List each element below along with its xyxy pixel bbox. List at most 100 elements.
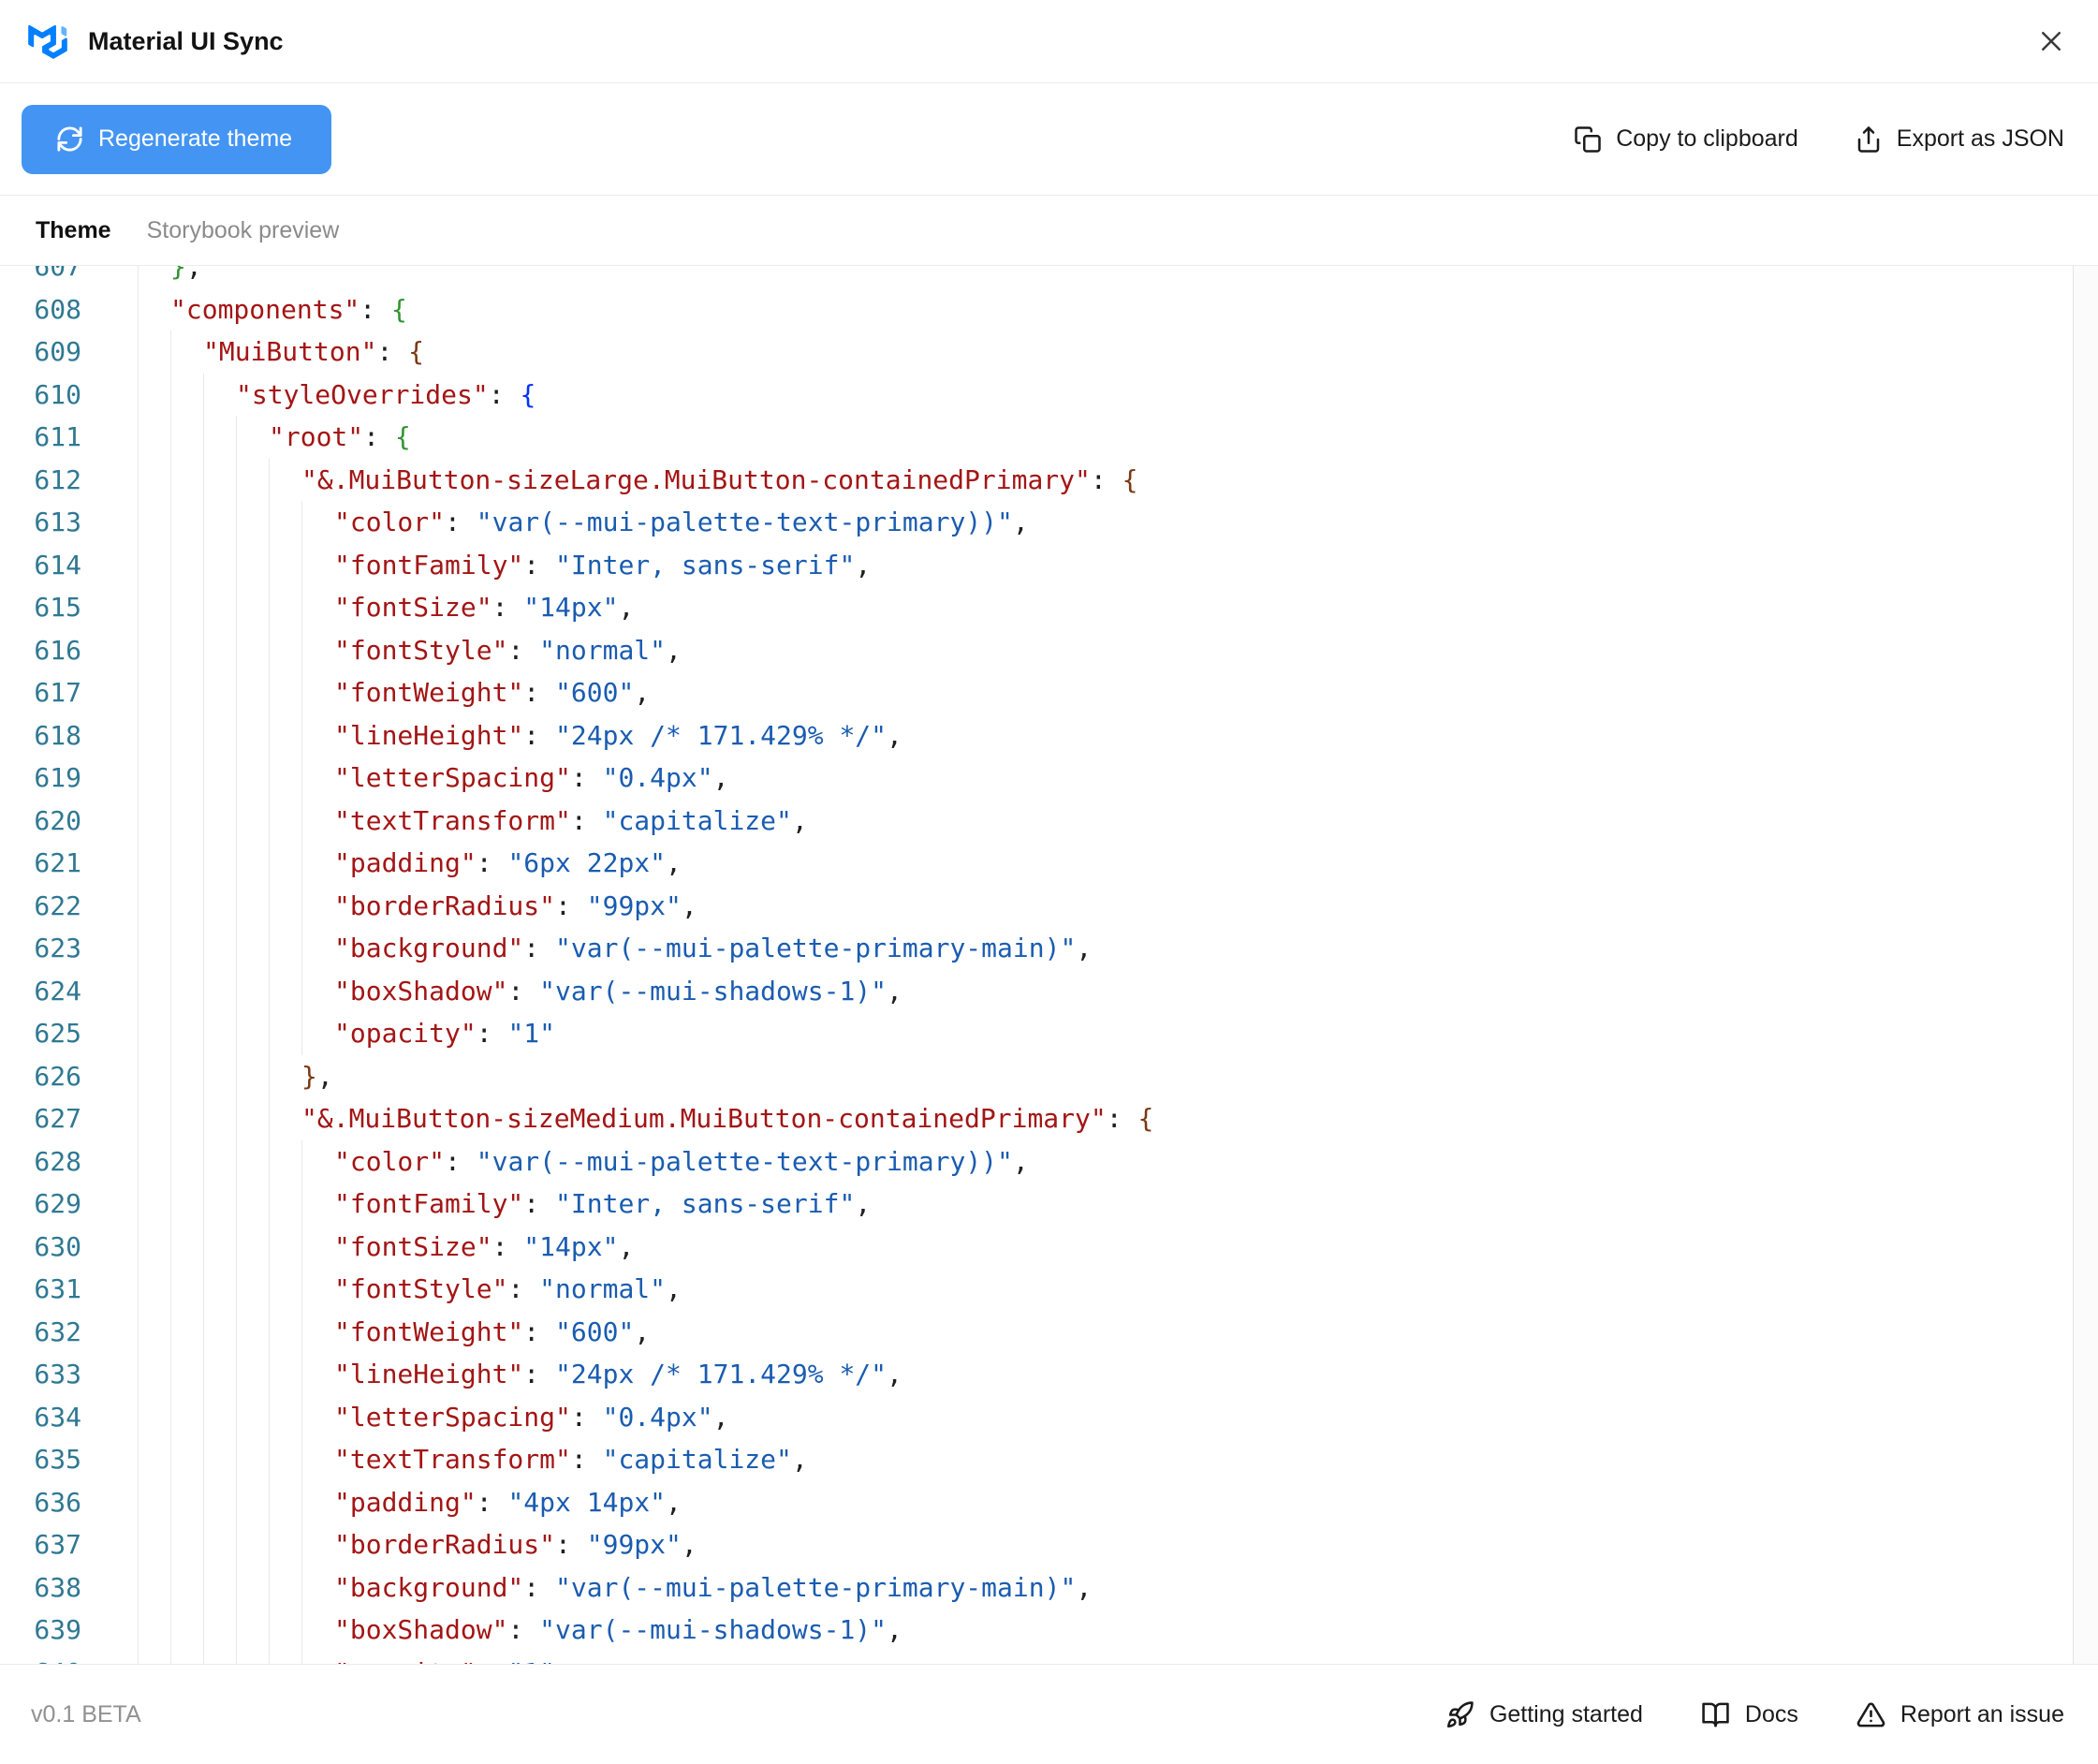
code-line: 622 "borderRadius": "99px", (0, 885, 2098, 928)
line-number: 637 (34, 1529, 81, 1560)
line-number: 621 (34, 847, 81, 878)
code-token: "borderRadius" (334, 1529, 556, 1560)
code-token: "14px" (523, 1230, 619, 1262)
code-token: "Inter, sans-serif" (555, 1188, 856, 1219)
code-token: , (1076, 1571, 1093, 1603)
indent-guide (203, 373, 204, 1664)
code-token: "padding" (334, 1486, 477, 1518)
code-content: "background": "var(--mui-palette-primary… (138, 1566, 1092, 1610)
copy-to-clipboard-button[interactable]: Copy to clipboard (1574, 125, 1798, 154)
code-token: , (1076, 933, 1093, 963)
close-button[interactable] (2031, 21, 2072, 62)
line-number: 622 (34, 889, 81, 921)
code-token: , (316, 1060, 333, 1092)
code-token: , (618, 1230, 635, 1262)
code-token: "padding" (334, 847, 477, 878)
line-number: 632 (34, 1316, 81, 1347)
code-token: , (681, 1529, 697, 1560)
code-line: 634 "letterSpacing": "0.4px", (0, 1396, 2098, 1439)
copy-icon (1575, 125, 1601, 153)
code-lines: 607 }, 608 "components": { 609 "MuiButto… (0, 266, 2098, 1664)
line-number: 613 (34, 507, 81, 537)
code-content: "background": "var(--mui-palette-primary… (138, 927, 1092, 970)
code-token: "var(--mui-palette-text-primary))" (476, 1145, 1013, 1177)
mui-logo-icon (28, 24, 67, 59)
code-token: : (477, 1657, 508, 1665)
code-token: "600" (555, 677, 635, 708)
code-line: 627 "&.MuiButton-sizeMedium.MuiButton-co… (0, 1097, 2098, 1140)
code-token: "lineHeight" (334, 719, 524, 751)
line-number: 627 (34, 1103, 81, 1134)
tab-storybook-preview[interactable]: Storybook preview (147, 217, 340, 244)
code-line: 607 }, (0, 266, 2098, 288)
code-token: , (666, 847, 682, 878)
code-content: "components": { (138, 288, 407, 331)
code-token: "24px /* 171.429% */" (555, 719, 888, 751)
code-line: 619 "letterSpacing": "0.4px", (0, 757, 2098, 800)
line-number: 614 (34, 549, 81, 581)
code-content: "opacity": "1" (138, 1012, 555, 1055)
code-token: "letterSpacing" (334, 1401, 571, 1433)
code-line: 633 "lineHeight": "24px /* 171.429% */", (0, 1353, 2098, 1396)
code-token: : (445, 1145, 477, 1177)
code-token: : (570, 804, 603, 836)
code-token: "fontStyle" (334, 1273, 508, 1304)
code-content: "fontFamily": "Inter, sans-serif", (138, 1183, 871, 1226)
code-content: "fontStyle": "normal", (138, 1268, 682, 1311)
material-ui-sync-window: Material UI Sync Regenerate theme Copy t… (0, 0, 2098, 1764)
regenerate-theme-button[interactable]: Regenerate theme (22, 104, 332, 174)
copy-to-clipboard-label: Copy to clipboard (1616, 125, 1798, 152)
code-content: "fontSize": "14px", (138, 1226, 634, 1269)
code-token: "opacity" (334, 1018, 477, 1049)
code-token: : (376, 336, 409, 367)
line-number: 611 (34, 421, 81, 452)
line-number: 612 (34, 463, 81, 495)
code-content: "textTransform": "capitalize", (138, 800, 808, 843)
editor-scrollbar[interactable] (2073, 266, 2098, 1664)
tab-theme[interactable]: Theme (36, 217, 111, 244)
code-line: 609 "MuiButton": { (0, 331, 2098, 374)
code-line: 614 "fontFamily": "Inter, sans-serif", (0, 544, 2098, 587)
code-token: , (791, 804, 808, 836)
code-content: }, (138, 266, 202, 288)
code-content: "lineHeight": "24px /* 171.429% */", (138, 1353, 902, 1396)
report-an-issue-button[interactable]: Report an issue (1856, 1700, 2064, 1729)
code-line: 625 "opacity": "1" (0, 1012, 2098, 1055)
code-content: "borderRadius": "99px", (138, 885, 697, 928)
code-content: "padding": "6px 22px", (138, 842, 682, 885)
code-token: : (445, 507, 477, 537)
warning-icon (1856, 1701, 1885, 1727)
code-token: : (491, 592, 524, 623)
code-token: "fontStyle" (334, 634, 508, 666)
code-line: 626 }, (0, 1055, 2098, 1098)
line-number: 616 (34, 634, 81, 666)
code-token: "Inter, sans-serif" (555, 549, 856, 581)
code-line: 612 "&.MuiButton-sizeLarge.MuiButton-con… (0, 459, 2098, 502)
footer: v0.1 BETA Getting started Docs Report an i… (0, 1664, 2098, 1764)
getting-started-button[interactable]: Getting started (1445, 1700, 1643, 1729)
code-token: "capitalize" (602, 1444, 792, 1475)
line-number: 625 (34, 1018, 81, 1049)
code-line: 629 "fontFamily": "Inter, sans-serif", (0, 1183, 2098, 1226)
code-token: "color" (334, 507, 446, 537)
close-icon (2042, 32, 2061, 51)
code-token: "99px" (586, 1529, 682, 1560)
code-token: "components" (170, 293, 360, 325)
code-token: "4px 14px" (507, 1486, 667, 1518)
line-number: 631 (34, 1273, 81, 1304)
code-token: , (1012, 1145, 1029, 1177)
code-line: 639 "boxShadow": "var(--mui-shadows-1)", (0, 1609, 2098, 1652)
footer-link-label: Getting started (1489, 1700, 1643, 1727)
code-token: "letterSpacing" (334, 762, 571, 793)
docs-button[interactable]: Docs (1701, 1700, 1798, 1729)
code-editor: 607 }, 608 "components": { 609 "MuiButto… (0, 266, 2098, 1664)
code-token: : (570, 762, 603, 793)
sync-icon (57, 126, 82, 152)
code-content: "fontFamily": "Inter, sans-serif", (138, 544, 871, 587)
code-token: : (1106, 1103, 1138, 1134)
code-token: "var(--mui-palette-primary-main)" (555, 933, 1077, 963)
code-token: : (488, 378, 521, 410)
code-content: "opacity": "1" (138, 1652, 555, 1665)
code-line: 615 "fontSize": "14px", (0, 586, 2098, 629)
export-as-json-button[interactable]: Export as JSON (1855, 125, 2064, 154)
